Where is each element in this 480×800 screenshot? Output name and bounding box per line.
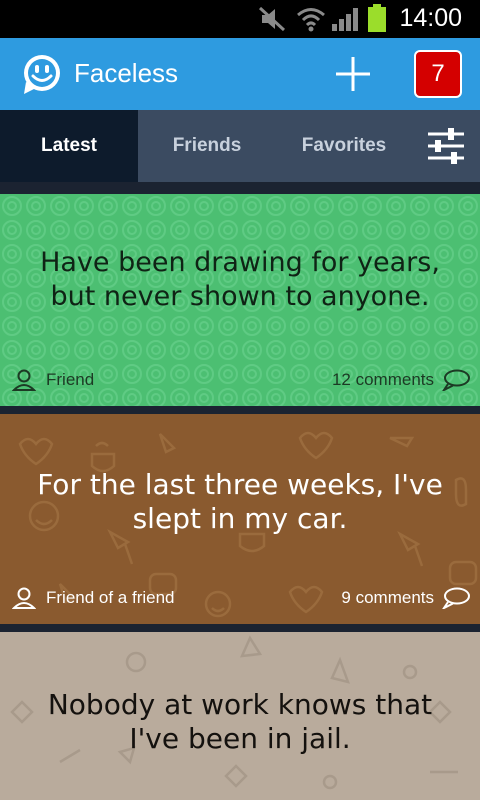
tab-favorites[interactable]: Favorites: [276, 110, 412, 182]
mute-icon: [258, 6, 286, 32]
tab-bar: Latest Friends Favorites: [0, 110, 480, 182]
tab-friends[interactable]: Friends: [138, 110, 276, 182]
comments-count: 12 comments: [331, 370, 434, 389]
signal-icon: [332, 8, 358, 31]
wifi-icon: [297, 8, 325, 32]
app-bar: Faceless 7: [0, 38, 480, 110]
author-label: Friend of a friend: [46, 588, 175, 607]
comments-link[interactable]: 12 comments: [332, 368, 470, 392]
notification-badge[interactable]: 7: [414, 50, 462, 98]
clock: 14:00: [399, 4, 462, 32]
post-text: For the last three weeks, I've slept in …: [37, 468, 443, 535]
post-text: Nobody at work knows that I've been in j…: [47, 688, 433, 755]
separator: [0, 624, 480, 632]
filter-button[interactable]: [412, 110, 480, 182]
status-bar: 14:00: [0, 0, 480, 38]
post-author: Friend: [12, 368, 94, 392]
post-card[interactable]: Nobody at work knows that I've been in j…: [0, 632, 480, 800]
comments-link[interactable]: 9 comments: [341, 586, 470, 610]
post-card[interactable]: For the last three weeks, I've slept in …: [0, 414, 480, 624]
post-card[interactable]: Have been drawing for years, but never s…: [0, 194, 480, 406]
sliders-icon: [428, 128, 464, 164]
tab-latest[interactable]: Latest: [0, 110, 138, 182]
post-text: Have been drawing for years, but never s…: [40, 247, 440, 312]
battery-icon: [368, 4, 386, 32]
speech-bubble-icon: [442, 587, 470, 609]
author-label: Friend: [46, 370, 95, 389]
app-title: Faceless: [74, 58, 179, 88]
comments-count: 9 comments: [341, 588, 434, 607]
separator: [0, 182, 480, 194]
post-author: Friend of a friend: [12, 586, 175, 610]
speech-bubble-icon: [442, 369, 470, 391]
person-icon: [12, 587, 36, 609]
add-post-button[interactable]: [334, 55, 372, 93]
separator: [0, 406, 480, 414]
person-icon: [12, 369, 36, 391]
smiley-logo-icon[interactable]: [20, 52, 64, 96]
